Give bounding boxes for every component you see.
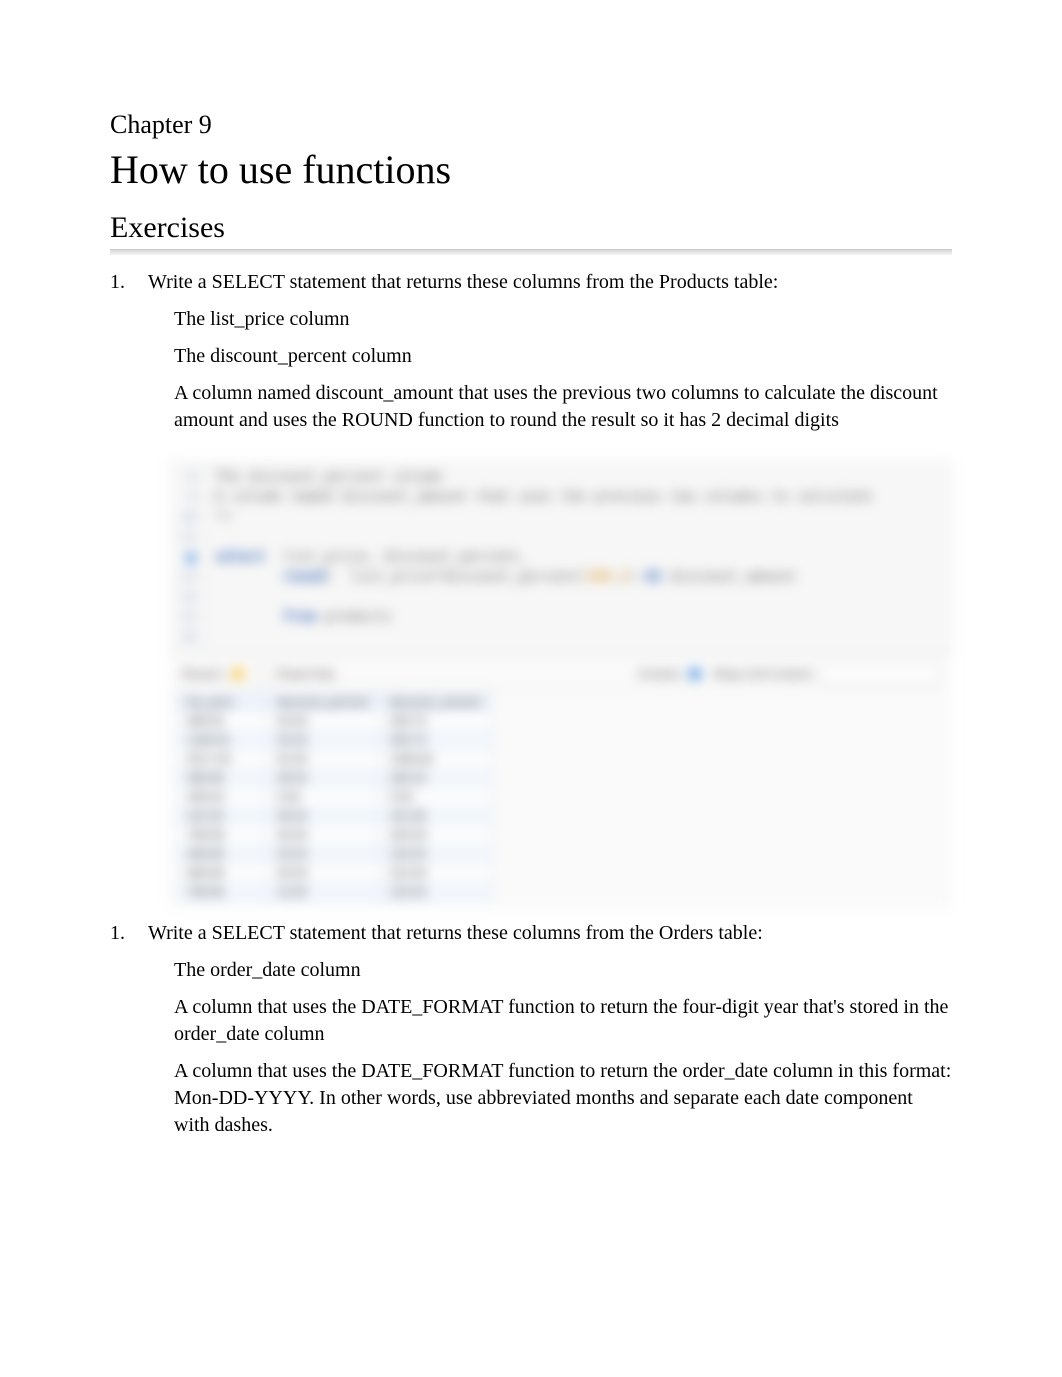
column-header: discount_percent [267,693,379,712]
exercise-subitem: A column that uses the DATE_FORMAT funct… [174,1058,952,1139]
table-row: 699.0030.00209.70 [177,712,492,731]
exercise-subitem: A column named discount_amount that uses… [174,380,952,434]
exercise-number: 1. [110,920,148,1149]
chapter-label: Chapter 9 [110,110,952,140]
exercise-subitem: A column that uses the DATE_FORMAT funct… [174,994,952,1048]
exercise-subitem: The discount_percent column [174,343,952,370]
result-table: list_pricediscount_percentdiscount_amoun… [176,692,492,902]
table-row: 499.9925.00125.00 [177,845,492,864]
exercise-subitem: The list_price column [174,306,952,333]
table-row: 799.9915.00120.00 [177,883,492,902]
code-editor: 8The discount_percent column 9A column n… [170,460,952,654]
exercise-subitem: The order_date column [174,957,952,984]
chapter-title: How to use functions [110,146,952,193]
exercise-1: 1. Write a SELECT statement that returns… [110,269,952,444]
exercise-number: 1. [110,269,148,444]
section-title: Exercises [110,211,952,245]
exercise-prompt: Write a SELECT statement that returns th… [148,269,952,296]
column-header: list_price [177,693,267,712]
table-row: 799.9930.00240.00 [177,826,492,845]
exercise-prompt: Write a SELECT statement that returns th… [148,920,952,947]
table-row: 415.0039.00161.85 [177,807,492,826]
blurred-screenshot: 8The discount_percent column 9A column n… [170,460,952,908]
table-row: 299.000.000.00 [177,788,492,807]
table-row: 2517.0052.001308.84 [177,750,492,769]
divider [110,249,952,255]
table-row: 699.9930.00210.00 [177,864,492,883]
table-row: 489.9938.00186.20 [177,769,492,788]
results-panel: Result 1 Read Only Content: Wrap Cell Co… [170,654,952,908]
table-row: 1199.0030.00359.70 [177,731,492,750]
results-toolbar: Result 1 Read Only Content: Wrap Cell Co… [176,661,946,688]
exercise-2: 1. Write a SELECT statement that returns… [110,920,952,1149]
column-header: discount_amount [379,693,491,712]
